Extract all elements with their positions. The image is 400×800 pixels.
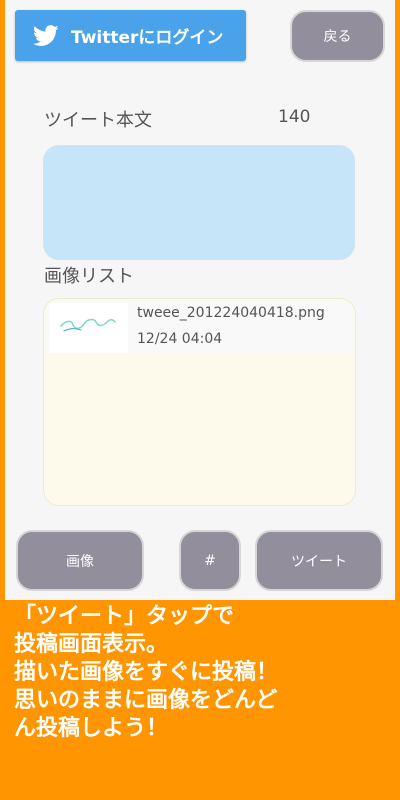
app-screen: Twitterにログイン 戻る ツイート本文 140 画像リスト tweee_2… — [5, 0, 395, 600]
caption-line: 投稿画面表示。 — [14, 632, 169, 657]
image-list-label: 画像リスト — [44, 266, 134, 287]
image-list[interactable]: tweee_201224040418.png 12/24 04:04 — [43, 298, 356, 506]
twitter-login-button[interactable]: Twitterにログイン — [15, 10, 246, 61]
image-date: 12/24 04:04 — [137, 331, 223, 347]
caption-line: 思いのままに画像をどんど — [14, 688, 278, 713]
tweet-text-label: ツイート本文 — [44, 110, 152, 131]
remaining-char-count: 140 — [278, 107, 311, 127]
promo-caption: 「ツイート」タップで 投稿画面表示。 描いた画像をすぐに投稿！ 思いのままに画像… — [14, 603, 394, 743]
image-file-name: tweee_201224040418.png — [137, 305, 325, 321]
drawing-preview-icon — [60, 318, 116, 332]
caption-line: 「ツイート」タップで — [14, 604, 235, 629]
list-item[interactable]: tweee_201224040418.png 12/24 04:04 — [46, 301, 353, 353]
caption-line: 描いた画像をすぐに投稿！ — [14, 660, 279, 685]
image-thumbnail — [50, 303, 128, 353]
back-button[interactable]: 戻る — [290, 10, 385, 62]
hashtag-button[interactable]: # — [179, 530, 241, 591]
caption-line: ん投稿しよう！ — [14, 716, 169, 741]
twitter-login-label: Twitterにログイン — [71, 28, 224, 48]
tweet-text-input[interactable] — [43, 145, 355, 260]
image-button[interactable]: 画像 — [16, 530, 144, 591]
tweet-button[interactable]: ツイート — [255, 530, 383, 591]
twitter-bird-icon — [33, 24, 59, 46]
